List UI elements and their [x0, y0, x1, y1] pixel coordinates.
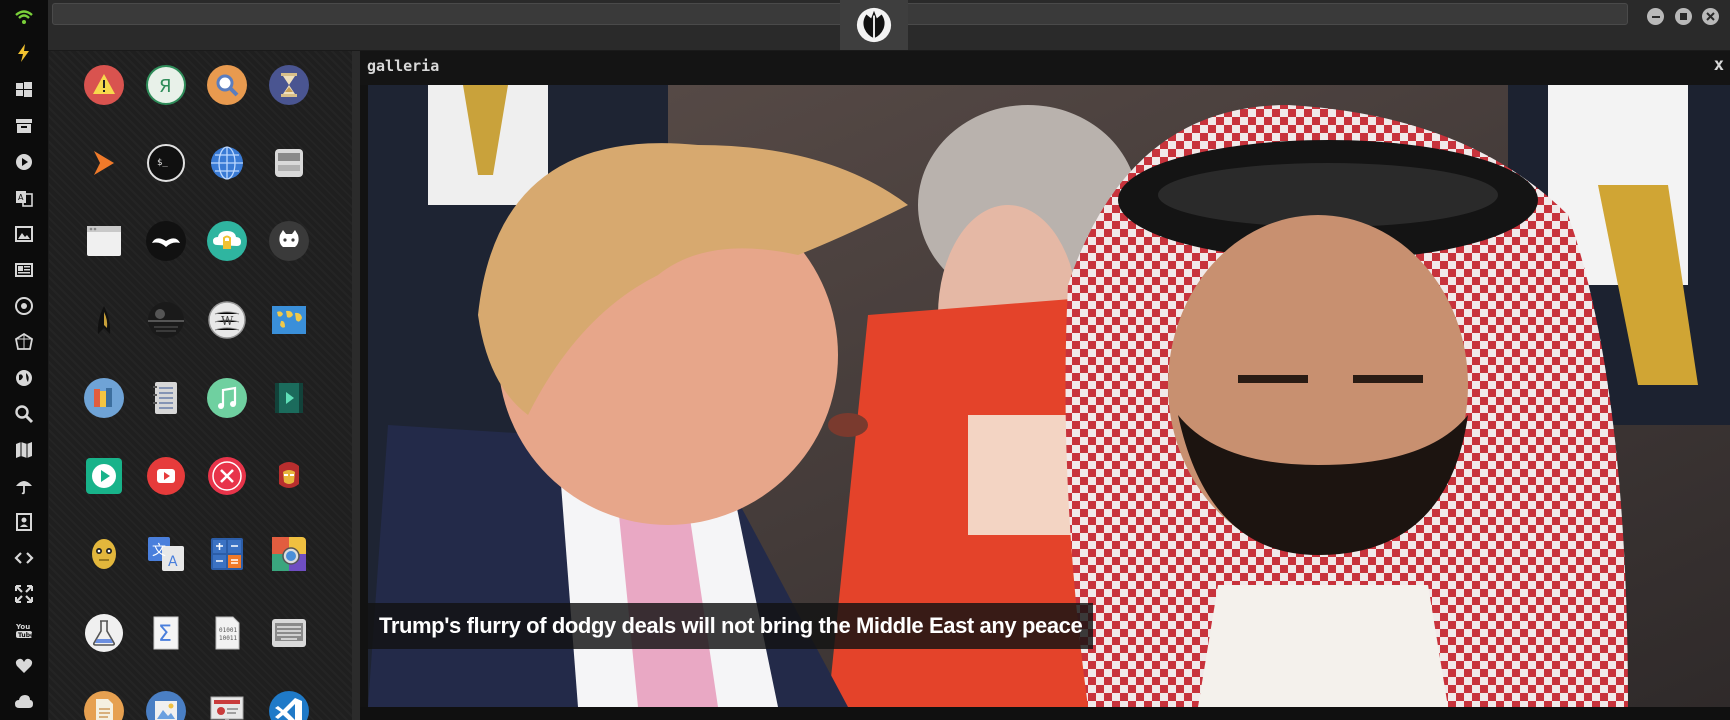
image-icon[interactable] — [0, 218, 48, 250]
youtube-app-icon[interactable] — [146, 456, 186, 496]
starfleet-app-icon[interactable] — [84, 300, 124, 340]
binary-file-app-icon[interactable]: 01001 10011 — [207, 613, 247, 653]
translate-icon[interactable]: A — [0, 182, 48, 214]
svg-text:01001: 01001 — [219, 627, 237, 634]
contact-card-icon[interactable] — [0, 506, 48, 538]
cloud-icon[interactable] — [0, 686, 48, 718]
music-app-icon[interactable] — [207, 378, 247, 418]
svg-text:A: A — [18, 193, 24, 202]
fullscreen-icon[interactable] — [0, 578, 48, 610]
window-app-icon[interactable] — [84, 221, 124, 261]
yandex-app-icon[interactable]: Я — [146, 65, 186, 105]
hourglass-app-icon[interactable] — [269, 65, 309, 105]
youtube-icon[interactable]: You Tube — [0, 614, 48, 646]
wikipedia-app-icon[interactable]: W — [207, 300, 247, 340]
film-app-icon[interactable] — [269, 378, 309, 418]
svg-text:W: W — [221, 314, 234, 328]
death-star-app-icon[interactable] — [146, 300, 186, 340]
image-viewer-app-icon[interactable] — [146, 691, 186, 720]
arrow-app-icon[interactable] — [84, 143, 124, 183]
svg-text:文: 文 — [152, 543, 166, 559]
rebel-alliance-logo-icon[interactable] — [840, 0, 908, 50]
globe-icon[interactable] — [0, 362, 48, 394]
color-picker-app-icon[interactable] — [269, 534, 309, 574]
terminal-app-icon[interactable]: $_ — [146, 143, 186, 183]
gallery-header: galleria x — [360, 51, 1730, 85]
code-icon[interactable] — [0, 542, 48, 574]
wifi-icon[interactable] — [0, 2, 48, 34]
svg-text:You: You — [15, 623, 30, 631]
google-translate-app-icon[interactable]: 文A — [146, 534, 186, 574]
mustache-app-icon[interactable] — [146, 221, 186, 261]
windows-icon[interactable] — [0, 74, 48, 106]
maximize-icon[interactable] — [1675, 8, 1692, 25]
c3po-app-icon[interactable] — [84, 534, 124, 574]
left-dock: A You Tube — [0, 0, 49, 720]
settings-badge-icon[interactable] — [0, 290, 48, 322]
gallery-footer — [360, 707, 1730, 720]
lightning-icon[interactable] — [0, 37, 48, 69]
newspaper-icon[interactable] — [0, 254, 48, 286]
photo-caption: Trump's flurry of dodgy deals will not b… — [368, 603, 1094, 649]
svg-text:Tube: Tube — [18, 632, 34, 639]
iron-man-app-icon[interactable] — [269, 456, 309, 496]
world-map-app-icon[interactable] — [269, 300, 309, 340]
keyboard-app-icon[interactable] — [269, 613, 309, 653]
minimize-icon[interactable] — [1647, 8, 1664, 25]
vscode-app-icon[interactable] — [269, 691, 309, 720]
play-circle-icon[interactable] — [0, 146, 48, 178]
svg-text:10011: 10011 — [219, 635, 237, 642]
app-launcher: Я $_ W 文 A Σ 01001 10011 — [49, 51, 360, 720]
svg-text:$_: $_ — [157, 158, 168, 168]
polygon-icon[interactable] — [0, 326, 48, 358]
umbrella-icon[interactable] — [0, 470, 48, 502]
presentation-app-icon[interactable] — [207, 691, 247, 720]
scanner-app-icon[interactable] — [269, 143, 309, 183]
svg-text:A: A — [168, 554, 178, 570]
gallery-close-button[interactable]: x — [1714, 55, 1724, 75]
close-icon[interactable] — [1702, 8, 1719, 25]
player-app-icon[interactable] — [84, 456, 124, 496]
top-bar — [48, 0, 1730, 51]
books-app-icon[interactable] — [84, 378, 124, 418]
warning-app-icon[interactable] — [84, 65, 124, 105]
globe-app-icon[interactable] — [207, 143, 247, 183]
search-app-icon[interactable] — [207, 65, 247, 105]
svg-text:Я: Я — [159, 76, 172, 97]
calculator-app-icon[interactable] — [207, 534, 247, 574]
search-icon[interactable] — [0, 398, 48, 430]
document-app-icon[interactable] — [84, 691, 124, 720]
chemistry-app-icon[interactable] — [84, 613, 124, 653]
heart-icon[interactable] — [0, 650, 48, 682]
sigma-app-icon[interactable]: Σ — [146, 613, 186, 653]
notebook-app-icon[interactable] — [146, 378, 186, 418]
svg-text:Σ: Σ — [158, 622, 172, 647]
gallery-window: galleria x Trump's flurry of dodgy deals… — [360, 51, 1730, 720]
cloud-lock-app-icon[interactable] — [207, 221, 247, 261]
close-circle-app-icon[interactable] — [207, 456, 247, 496]
gallery-title: galleria — [367, 57, 440, 75]
github-app-icon[interactable] — [269, 221, 309, 261]
archive-icon[interactable] — [0, 110, 48, 142]
map-icon[interactable] — [0, 434, 48, 466]
